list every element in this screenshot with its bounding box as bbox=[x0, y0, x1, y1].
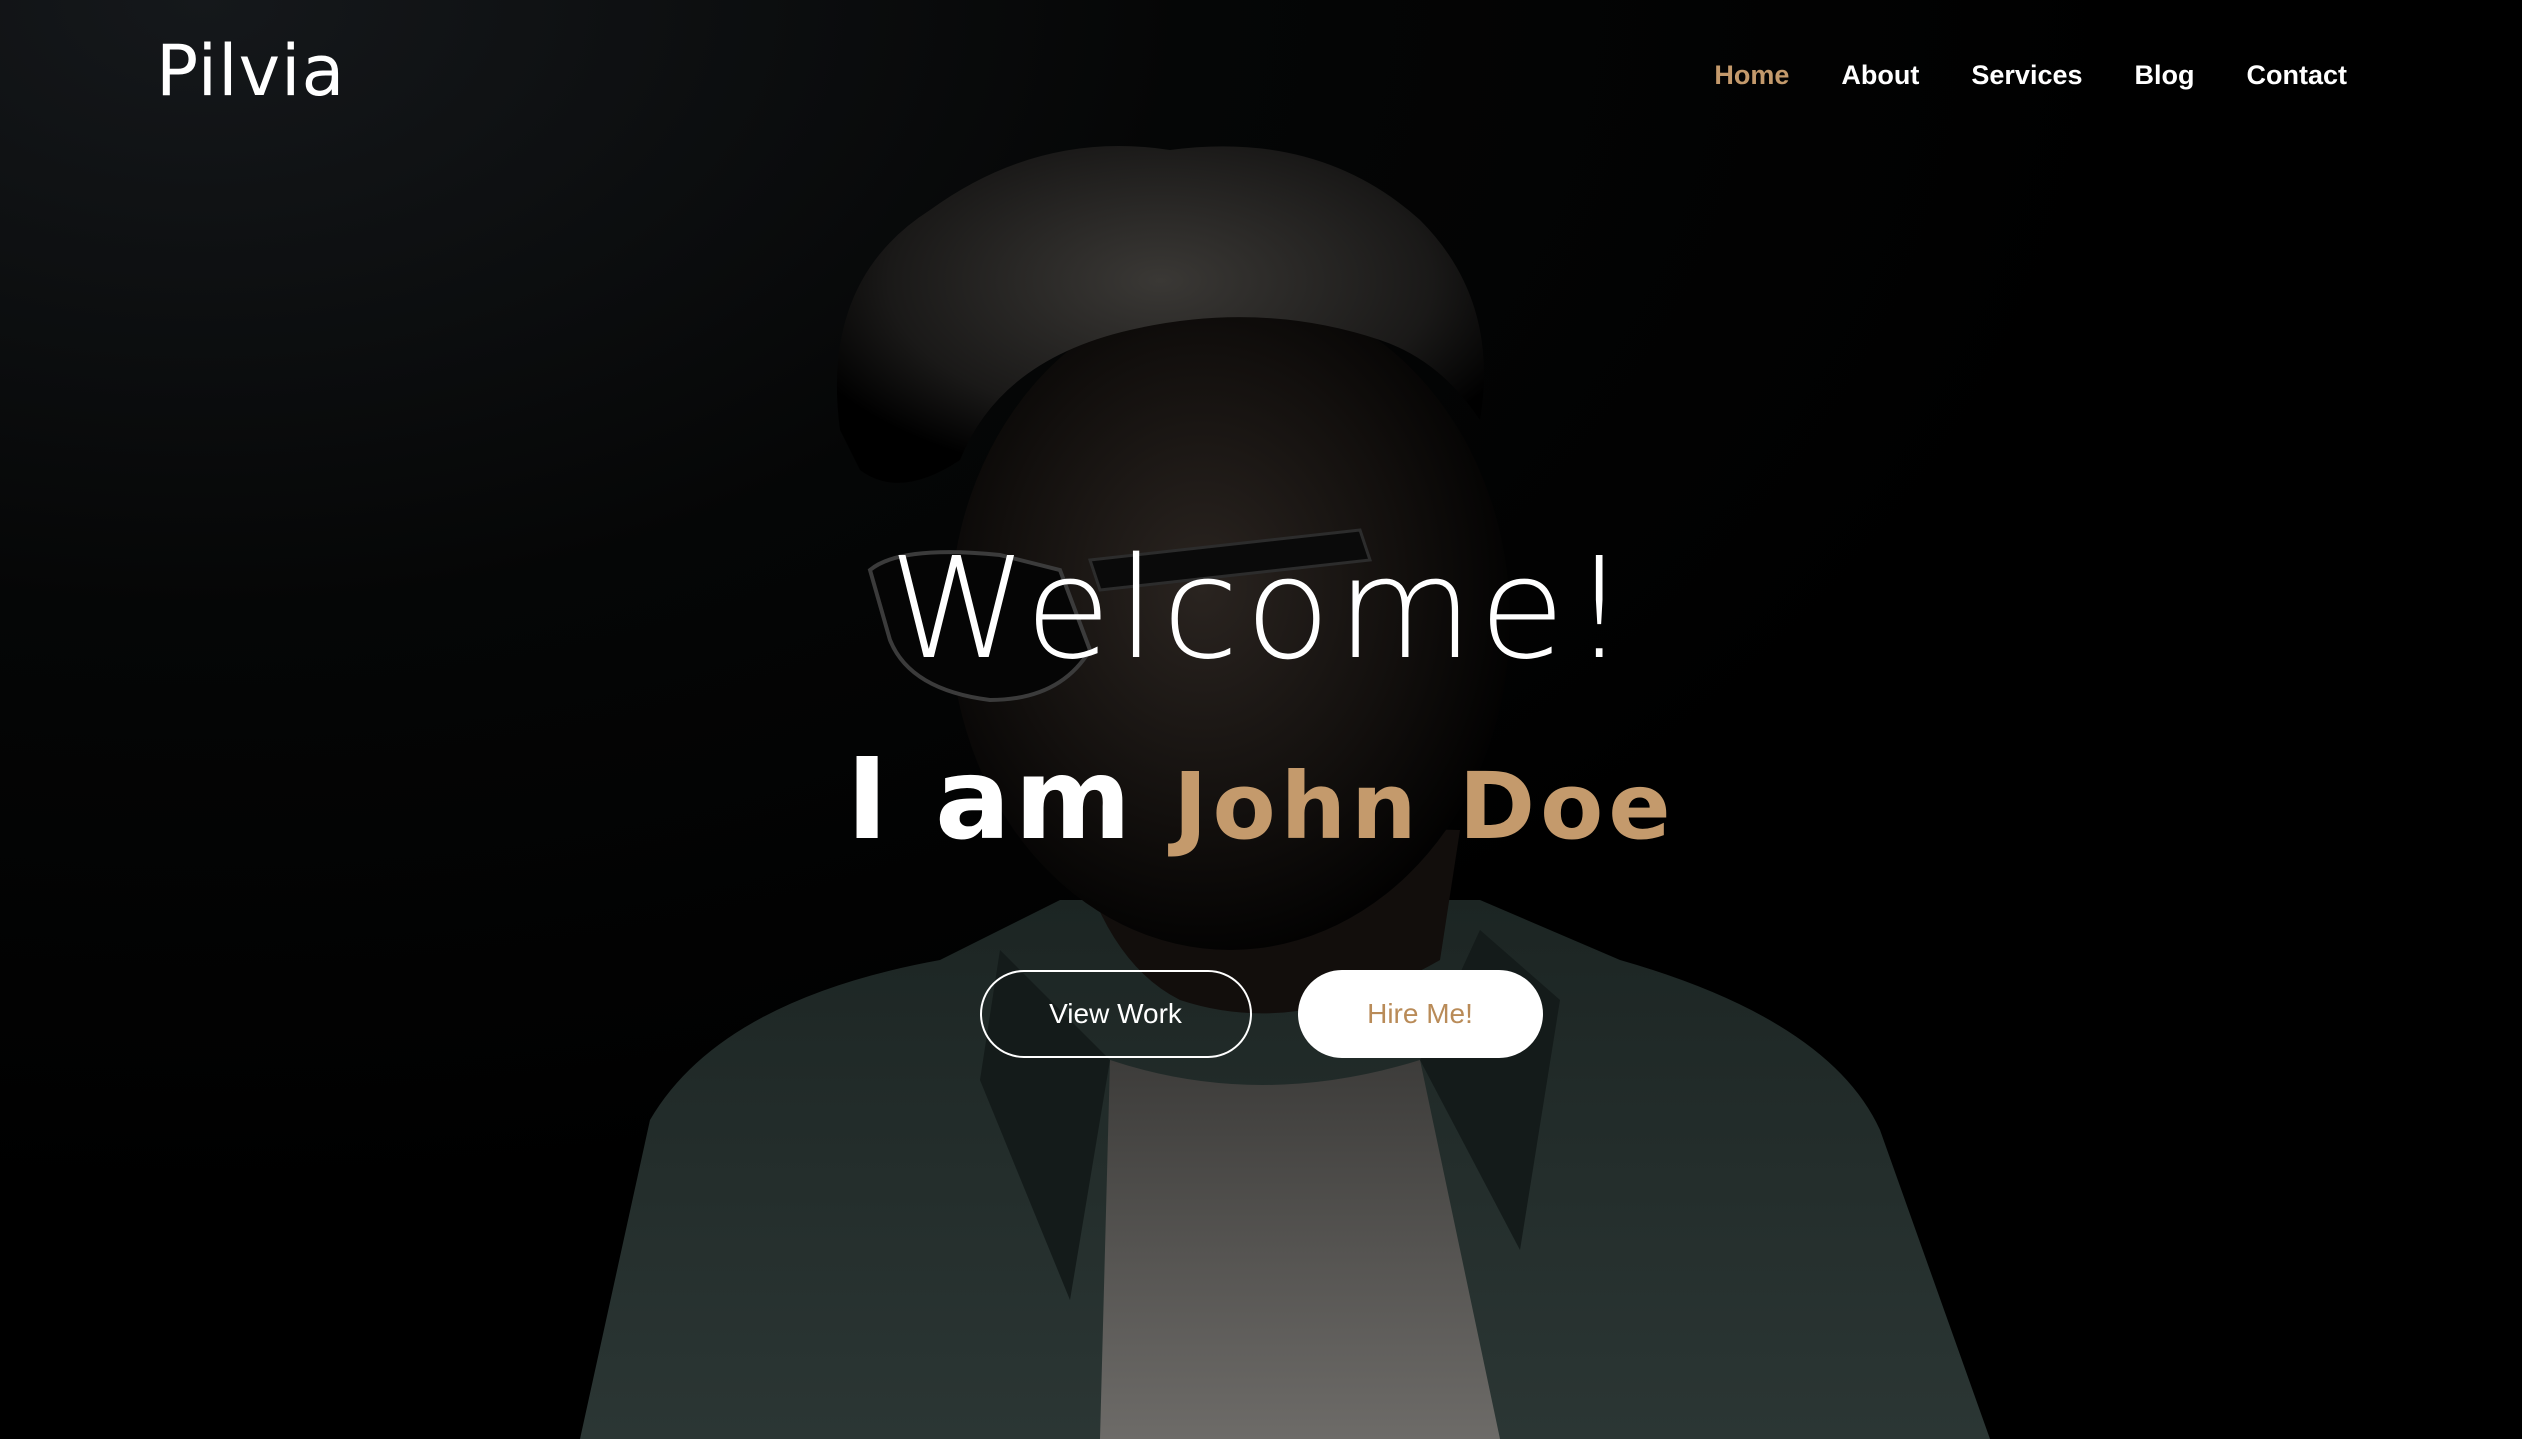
nav-item-home[interactable]: Home bbox=[1714, 60, 1789, 91]
nav-item-contact[interactable]: Contact bbox=[2247, 60, 2348, 91]
hero-greeting: Welcome! bbox=[888, 528, 1634, 691]
nav-item-about[interactable]: About bbox=[1841, 60, 1919, 91]
site-logo[interactable]: Pilvia bbox=[156, 30, 345, 112]
hire-me-button[interactable]: Hire Me! bbox=[1297, 970, 1543, 1058]
nav-item-services[interactable]: Services bbox=[1971, 60, 2082, 91]
hero-section: Pilvia Home About Services Blog Contact … bbox=[0, 0, 2522, 1439]
hero-actions: View Work Hire Me! bbox=[0, 970, 2522, 1058]
top-navigation: Pilvia Home About Services Blog Contact bbox=[0, 0, 2522, 160]
hero-intro: I am John Doe bbox=[0, 735, 2522, 899]
hero-intro-name: John Doe bbox=[1173, 753, 1676, 860]
hero-intro-lead: I am bbox=[846, 735, 1136, 865]
hero-background-portrait bbox=[580, 146, 1990, 1439]
nav-menu: Home About Services Blog Contact bbox=[1714, 60, 2347, 91]
view-work-button[interactable]: View Work bbox=[979, 970, 1252, 1058]
nav-item-blog[interactable]: Blog bbox=[2135, 60, 2195, 91]
